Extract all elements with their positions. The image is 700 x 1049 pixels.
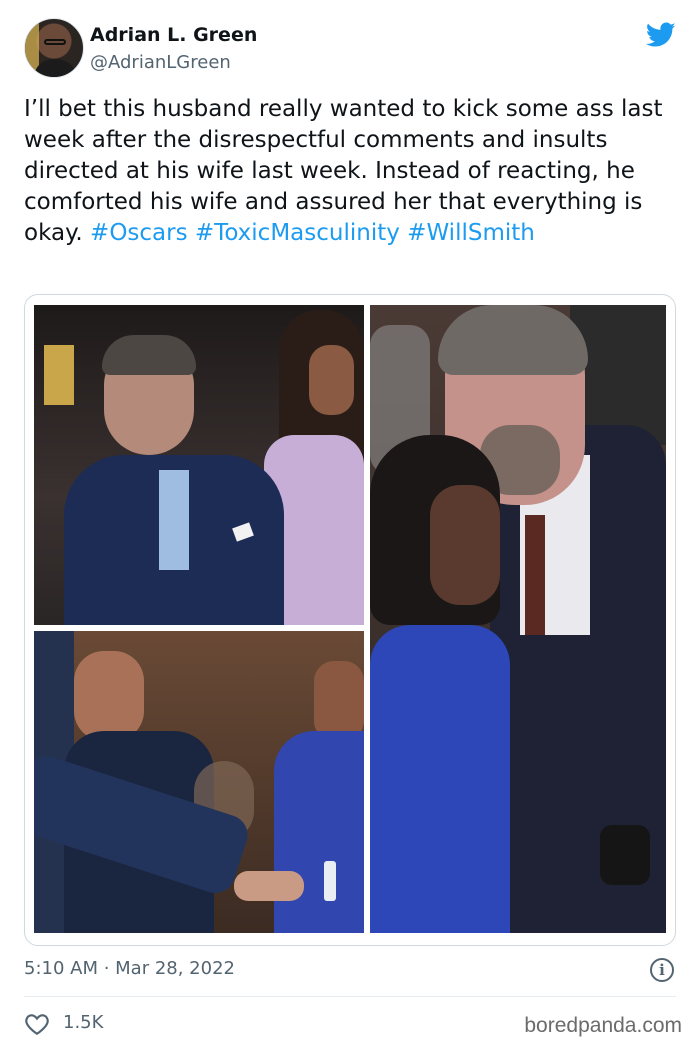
- avatar[interactable]: [24, 18, 84, 78]
- like-count[interactable]: 1.5K: [63, 1012, 103, 1033]
- avatar-shirt: [35, 59, 75, 77]
- media-grid: [24, 294, 676, 946]
- hashtag-toxicmasculinity[interactable]: #ToxicMasculinity: [195, 220, 400, 246]
- photo-man-kissing-woman-forehead[interactable]: [370, 305, 666, 933]
- heart-icon[interactable]: [24, 1012, 50, 1036]
- tweet-timestamp[interactable]: 5:10 AM · Mar 28, 2022: [24, 958, 235, 979]
- info-icon[interactable]: i: [650, 958, 674, 982]
- photo-hand-on-hand[interactable]: [34, 631, 364, 933]
- avatar-glasses: [44, 39, 66, 45]
- author-handle[interactable]: @AdrianLGreen: [90, 52, 231, 73]
- photo-man-seated-suit[interactable]: [34, 305, 364, 625]
- tweet-body: I’ll bet this husband really wanted to k…: [24, 94, 680, 249]
- author-display-name[interactable]: Adrian L. Green: [90, 24, 257, 46]
- hashtag-oscars[interactable]: #Oscars: [90, 220, 188, 246]
- hashtag-willsmith[interactable]: #WillSmith: [407, 220, 535, 246]
- divider: [24, 996, 676, 997]
- twitter-bird-icon[interactable]: [646, 22, 676, 48]
- tweet-header: Adrian L. Green @AdrianLGreen: [24, 18, 676, 80]
- watermark: boredpanda.com: [524, 1014, 682, 1037]
